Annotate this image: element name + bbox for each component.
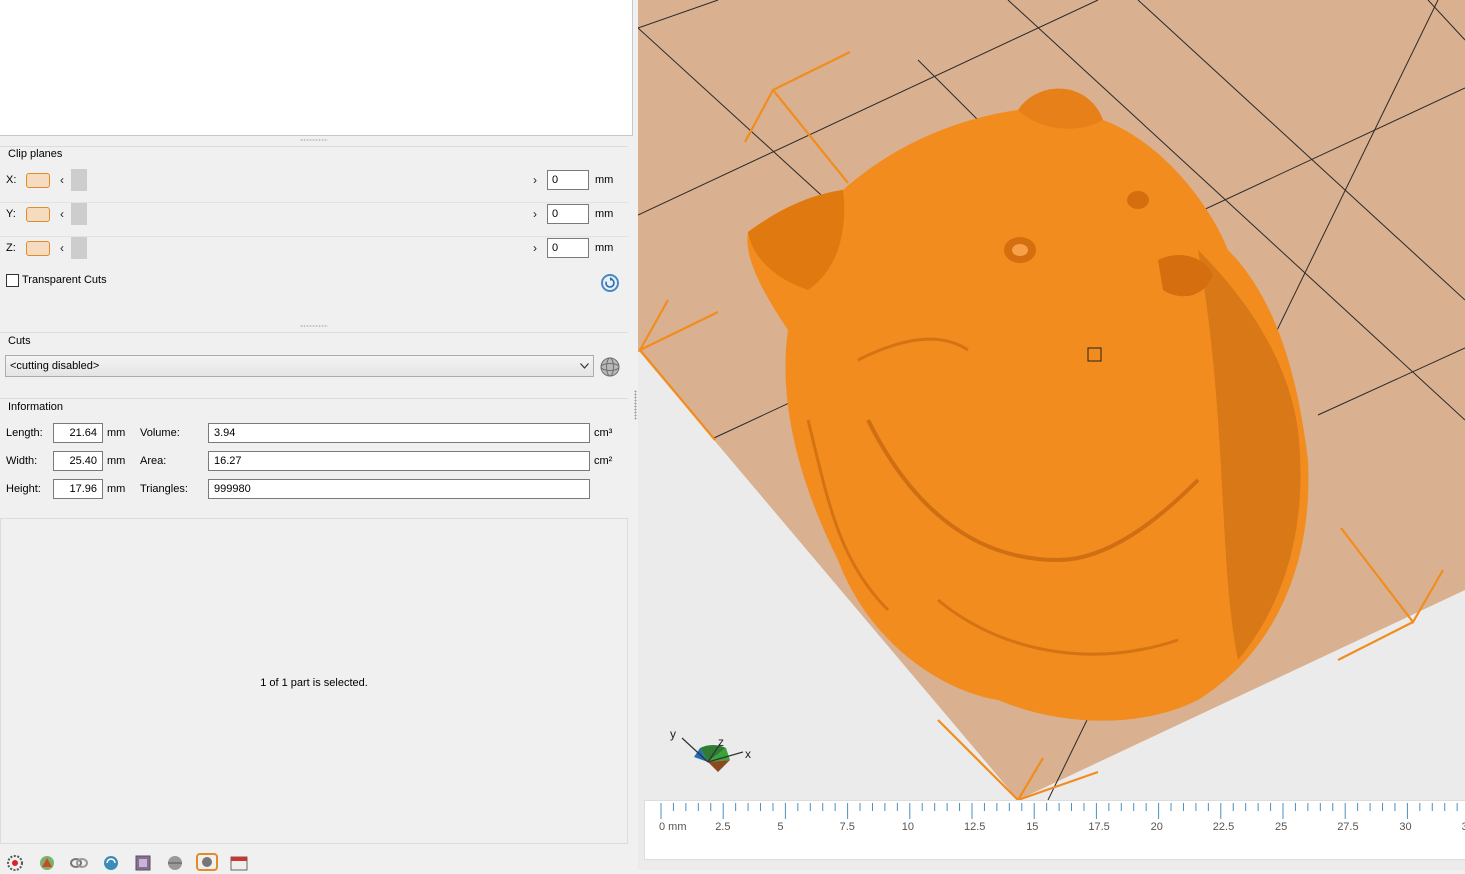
chevron-down-icon bbox=[580, 363, 589, 369]
width-unit: mm bbox=[107, 455, 126, 467]
clip-z-label: Z: bbox=[6, 242, 16, 254]
row-divider bbox=[0, 236, 628, 237]
ruler-tick-label: 2.5 bbox=[715, 821, 731, 833]
clip-z-input[interactable] bbox=[547, 238, 589, 258]
length-label: Length: bbox=[6, 427, 43, 439]
ruler-tick-label: 10 bbox=[901, 821, 915, 833]
clip-y-input[interactable] bbox=[547, 204, 589, 224]
row-divider bbox=[0, 202, 628, 203]
cut-tool-button[interactable] bbox=[599, 357, 621, 377]
clip-y-toggle[interactable] bbox=[26, 207, 50, 222]
clip-x-slider[interactable] bbox=[71, 169, 87, 191]
triangles-label: Triangles: bbox=[140, 483, 188, 495]
volume-field[interactable] bbox=[208, 423, 590, 443]
transparent-cuts-label: Transparent Cuts bbox=[22, 274, 107, 286]
ruler-tick-label: 3 bbox=[1461, 821, 1465, 833]
bottom-toolbar bbox=[0, 851, 633, 871]
width-field[interactable] bbox=[53, 451, 103, 471]
ruler-tick-label: 17.5 bbox=[1088, 821, 1110, 833]
clip-x-toggle[interactable] bbox=[26, 173, 50, 188]
area-field[interactable] bbox=[208, 451, 590, 471]
cuts-panel: Cuts <cutting disabled> bbox=[0, 332, 628, 389]
splitter-handle[interactable] bbox=[300, 325, 328, 327]
ruler-tick-label: 15 bbox=[1026, 821, 1039, 833]
cuts-selected-value: <cutting disabled> bbox=[10, 360, 100, 372]
ruler-tick-label: 25 bbox=[1275, 821, 1288, 833]
active-view-icon[interactable] bbox=[196, 853, 218, 871]
axis-label-z: z bbox=[718, 735, 724, 749]
selection-status-area: 1 of 1 part is selected. bbox=[0, 518, 628, 844]
height-unit: mm bbox=[107, 483, 126, 495]
clip-y-decrease-button[interactable]: ‹ bbox=[57, 207, 67, 221]
area-label: Area: bbox=[140, 455, 167, 467]
vertical-splitter-handle[interactable] bbox=[634, 390, 637, 420]
clip-x-decrease-button[interactable]: ‹ bbox=[57, 173, 67, 187]
measurement-ruler: 0 mm 2.5 5 7.5 10 12.5 15 17.5 20 22.5 25 27.5 30 3 bbox=[644, 800, 1465, 860]
reset-icon bbox=[605, 277, 615, 288]
color-tool-icon[interactable] bbox=[36, 853, 58, 871]
3d-viewport[interactable]: y z x bbox=[638, 0, 1465, 870]
clip-planes-panel: Clip planes X: ‹ › mm Y: ‹ › mm Z: ‹ › m… bbox=[0, 146, 628, 323]
area-unit: cm² bbox=[594, 455, 613, 467]
link-icon[interactable] bbox=[68, 853, 90, 871]
clip-y-label: Y: bbox=[6, 208, 16, 220]
3d-scene: y z x bbox=[638, 0, 1465, 802]
length-unit: mm bbox=[107, 427, 126, 439]
height-field[interactable] bbox=[53, 479, 103, 499]
clip-x-unit: mm bbox=[595, 174, 614, 186]
refresh-icon[interactable] bbox=[100, 853, 122, 871]
ruler-tick-label: 12.5 bbox=[964, 821, 986, 833]
globe-cut-icon bbox=[600, 357, 620, 377]
axis-label-x: x bbox=[745, 747, 751, 761]
clip-z-decrease-button[interactable]: ‹ bbox=[57, 241, 67, 255]
reset-clip-button[interactable] bbox=[601, 274, 619, 292]
calendar-icon[interactable] bbox=[228, 853, 250, 871]
clip-z-toggle[interactable] bbox=[26, 241, 50, 256]
width-label: Width: bbox=[6, 455, 38, 467]
sphere-icon[interactable] bbox=[164, 853, 186, 871]
triangles-field[interactable] bbox=[208, 479, 590, 499]
ruler-ticks bbox=[660, 803, 1458, 819]
ruler-tick-label: 30 bbox=[1399, 821, 1412, 833]
ruler-tick-label: 0 mm bbox=[659, 821, 687, 833]
ruler-tick-label: 22.5 bbox=[1212, 821, 1235, 833]
volume-unit: cm³ bbox=[594, 427, 613, 439]
clip-z-increase-button[interactable]: › bbox=[530, 241, 540, 255]
ruler-tick-label: 20 bbox=[1150, 821, 1163, 833]
ruler-tick-label: 27.5 bbox=[1337, 821, 1359, 833]
clip-y-unit: mm bbox=[595, 208, 614, 220]
information-title: Information bbox=[8, 401, 64, 413]
box-icon[interactable] bbox=[132, 853, 154, 871]
height-label: Height: bbox=[6, 483, 41, 495]
transparent-cuts-checkbox[interactable] bbox=[6, 274, 19, 287]
axis-gizmo: y z x bbox=[670, 727, 751, 772]
side-panel: Clip planes X: ‹ › mm Y: ‹ › mm Z: ‹ › m… bbox=[0, 0, 633, 871]
clip-planes-title: Clip planes bbox=[8, 148, 63, 160]
selection-status-text: 1 of 1 part is selected. bbox=[260, 677, 368, 689]
clip-z-slider[interactable] bbox=[71, 237, 87, 259]
ruler-tick-label: 7.5 bbox=[839, 821, 855, 833]
cuts-dropdown[interactable]: <cutting disabled> bbox=[5, 355, 594, 377]
clip-y-increase-button[interactable]: › bbox=[530, 207, 540, 221]
object-list-area bbox=[0, 0, 633, 136]
length-field[interactable] bbox=[53, 423, 103, 443]
axis-label-y: y bbox=[670, 727, 676, 741]
clip-y-slider[interactable] bbox=[71, 203, 87, 225]
splitter-handle[interactable] bbox=[300, 139, 328, 141]
clip-x-input[interactable] bbox=[547, 170, 589, 190]
settings-gear-icon[interactable] bbox=[4, 853, 26, 871]
clip-x-label: X: bbox=[6, 174, 17, 186]
ruler-tick-label: 5 bbox=[777, 821, 784, 833]
clip-z-unit: mm bbox=[595, 242, 614, 254]
information-panel: Information Length: mm Volume: cm³ Width… bbox=[0, 398, 628, 511]
cuts-title: Cuts bbox=[8, 335, 31, 347]
volume-label: Volume: bbox=[140, 427, 180, 439]
clip-x-increase-button[interactable]: › bbox=[530, 173, 540, 187]
